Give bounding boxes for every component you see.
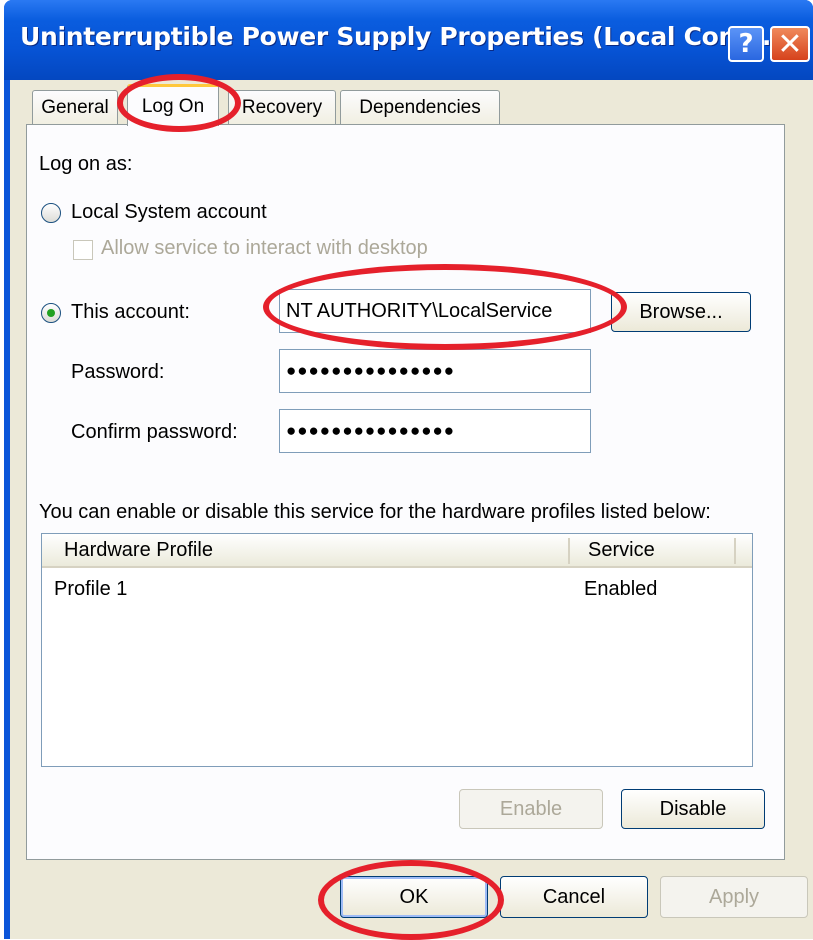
ok-button[interactable]: OK: [340, 876, 488, 918]
allow-interact-checkbox[interactable]: [73, 240, 93, 260]
confirm-password-label: Confirm password:: [71, 421, 238, 443]
local-system-label[interactable]: Local System account: [71, 201, 267, 224]
hardware-profiles-description: You can enable or disable this service f…: [39, 501, 711, 523]
password-value: ●●●●●●●●●●●●●●●: [286, 361, 456, 380]
title-bar[interactable]: Uninterruptible Power Supply Properties …: [4, 0, 813, 80]
confirm-password-field[interactable]: ●●●●●●●●●●●●●●●: [279, 409, 591, 453]
browse-button-label: Browse...: [639, 300, 723, 323]
column-separator[interactable]: [568, 538, 570, 564]
column-hardware-profile[interactable]: Hardware Profile: [64, 539, 213, 562]
column-separator[interactable]: [734, 538, 736, 564]
cancel-button-label: Cancel: [542, 885, 606, 908]
list-header: Hardware Profile Service: [42, 534, 752, 568]
tab-dependencies[interactable]: Dependencies: [340, 90, 500, 124]
log-on-as-label: Log on as:: [39, 153, 133, 175]
dialog-body: General Log On Recovery Dependencies Log…: [10, 80, 813, 939]
disable-button-label: Disable: [659, 797, 727, 820]
properties-dialog: Uninterruptible Power Supply Properties …: [4, 0, 813, 939]
close-icon: ✕: [777, 26, 803, 62]
disable-button[interactable]: Disable: [621, 789, 765, 829]
tab-dependencies-label: Dependencies: [359, 96, 481, 118]
local-system-radio[interactable]: [41, 203, 61, 223]
enable-button[interactable]: Enable: [459, 789, 603, 829]
password-field[interactable]: ●●●●●●●●●●●●●●●: [279, 349, 591, 393]
window-title: Uninterruptible Power Supply Properties …: [20, 22, 790, 51]
row-service-status: Enabled: [584, 578, 658, 600]
tab-recovery[interactable]: Recovery: [228, 90, 336, 124]
apply-button-label: Apply: [708, 885, 760, 908]
help-icon: ?: [738, 29, 754, 59]
browse-button[interactable]: Browse...: [611, 292, 751, 332]
radio-selected-dot: [47, 309, 55, 317]
allow-interact-label: Allow service to interact with desktop: [101, 237, 428, 259]
log-on-panel: Log on as: Local System account Allow se…: [26, 124, 785, 860]
cancel-button[interactable]: Cancel: [500, 876, 648, 918]
apply-button[interactable]: Apply: [660, 876, 808, 918]
hardware-profiles-list[interactable]: Hardware Profile Service Profile 1 Enabl…: [41, 533, 753, 767]
enable-button-label: Enable: [499, 797, 563, 820]
row-profile-name: Profile 1: [54, 578, 128, 600]
tab-general-label: General: [41, 96, 109, 118]
this-account-radio[interactable]: [41, 303, 61, 323]
tab-log-on-label: Log On: [141, 95, 205, 117]
column-service[interactable]: Service: [588, 539, 655, 562]
confirm-password-value: ●●●●●●●●●●●●●●●: [286, 421, 456, 440]
tab-log-on[interactable]: Log On: [127, 84, 219, 126]
tab-recovery-label: Recovery: [241, 96, 323, 118]
password-label: Password:: [71, 361, 165, 383]
tab-strip: General Log On Recovery Dependencies: [10, 80, 813, 130]
help-button[interactable]: ?: [728, 26, 764, 62]
account-name-value: NT AUTHORITY\LocalService: [286, 299, 553, 322]
ok-button-label: OK: [399, 885, 429, 908]
tab-general[interactable]: General: [32, 90, 118, 124]
this-account-label[interactable]: This account:: [71, 301, 190, 324]
account-name-field[interactable]: NT AUTHORITY\LocalService: [279, 289, 591, 333]
close-button[interactable]: ✕: [770, 26, 810, 62]
